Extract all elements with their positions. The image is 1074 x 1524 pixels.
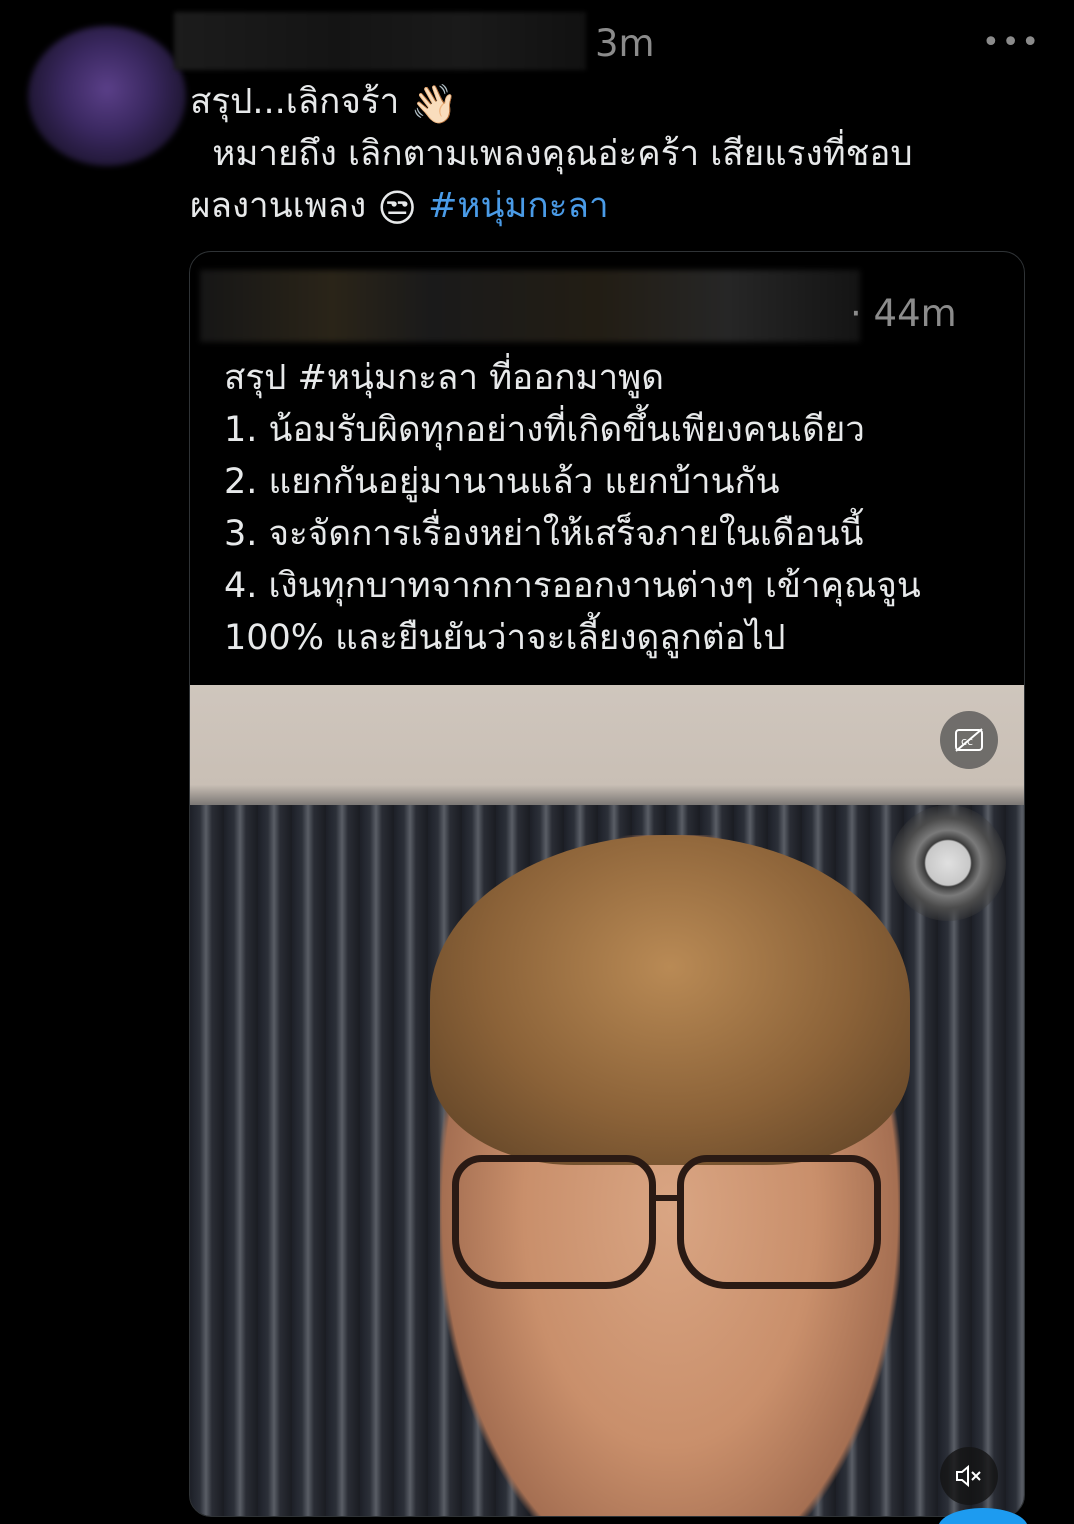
tweet-line-3-text: ผลงานเพลง [190,186,367,226]
tweet-line-1-text: สรุป...เลิกจร้า [190,82,400,122]
quoted-timestamp[interactable]: · 44m [850,290,957,338]
captions-off-icon[interactable]: cc [940,711,998,769]
hashtag-link[interactable]: #หนุ่มกะลา [428,186,609,226]
quoted-tweet[interactable]: · 44m สรุป #หนุ่มกะลา ที่ออกมาพูด 1. น้อ… [189,251,1025,1517]
quoted-line: 3. จะจัดการเรื่องหย่าให้เสร็จภายในเดือนน… [224,514,864,554]
glasses-bridge [649,1195,679,1201]
video-player[interactable]: cc [190,685,1024,1516]
quoted-line: 100% และยืนยันว่าจะเลี้ยงดูลูกต่อไป [224,618,786,658]
quoted-tweet-text: สรุป #หนุ่มกะลา ที่ออกมาพูด 1. น้อมรับผิ… [224,352,1014,664]
quoted-line: สรุป #หนุ่มกะลา ที่ออกมาพูด [224,358,664,398]
tweet-line-3: ผลงานเพลง 😒 #หนุ่มกะลา [190,180,1030,232]
record-icon[interactable] [890,805,1006,921]
quoted-blurred-username[interactable] [200,270,860,342]
glasses-left-lens [452,1155,656,1289]
unamused-face-icon: 😒 [377,186,417,230]
video-person-hair [430,835,910,1165]
tweet-timestamp[interactable]: 3m [595,20,655,68]
cc-off-icon: cc [955,728,983,752]
quoted-line: 1. น้อมรับผิดทุกอย่างที่เกิดขึ้นเพียงคนเ… [224,410,865,450]
tweet-line-2: หมายถึง เลิกตามเพลงคุณอ่ะคร้า เสียแรงที่… [190,134,913,174]
avatar[interactable] [28,26,186,166]
blurred-username[interactable] [174,12,586,70]
glasses-right-lens [677,1155,881,1289]
tweet[interactable]: 3m ••• สรุป...เลิกจร้า 👋🏻 หมายถึง เลิกตา… [0,0,1074,1524]
tweet-text: สรุป...เลิกจร้า 👋🏻 หมายถึง เลิกตามเพลงคุ… [190,76,1030,232]
speaker-muted-icon [956,1464,981,1488]
video-person-glasses [452,1155,881,1289]
more-options-icon[interactable]: ••• [982,28,1041,58]
quoted-line: 2. แยกกันอยู่มานานแล้ว แยกบ้านกัน [224,462,780,502]
tweet-line-1: สรุป...เลิกจร้า 👋🏻 [190,76,1030,128]
waving-hand-icon: 👋🏻 [410,82,458,126]
quoted-line: 4. เงินทุกบาทจากการออกงานต่างๆ เข้าคุณจู… [224,566,921,606]
mute-icon[interactable] [940,1447,998,1505]
